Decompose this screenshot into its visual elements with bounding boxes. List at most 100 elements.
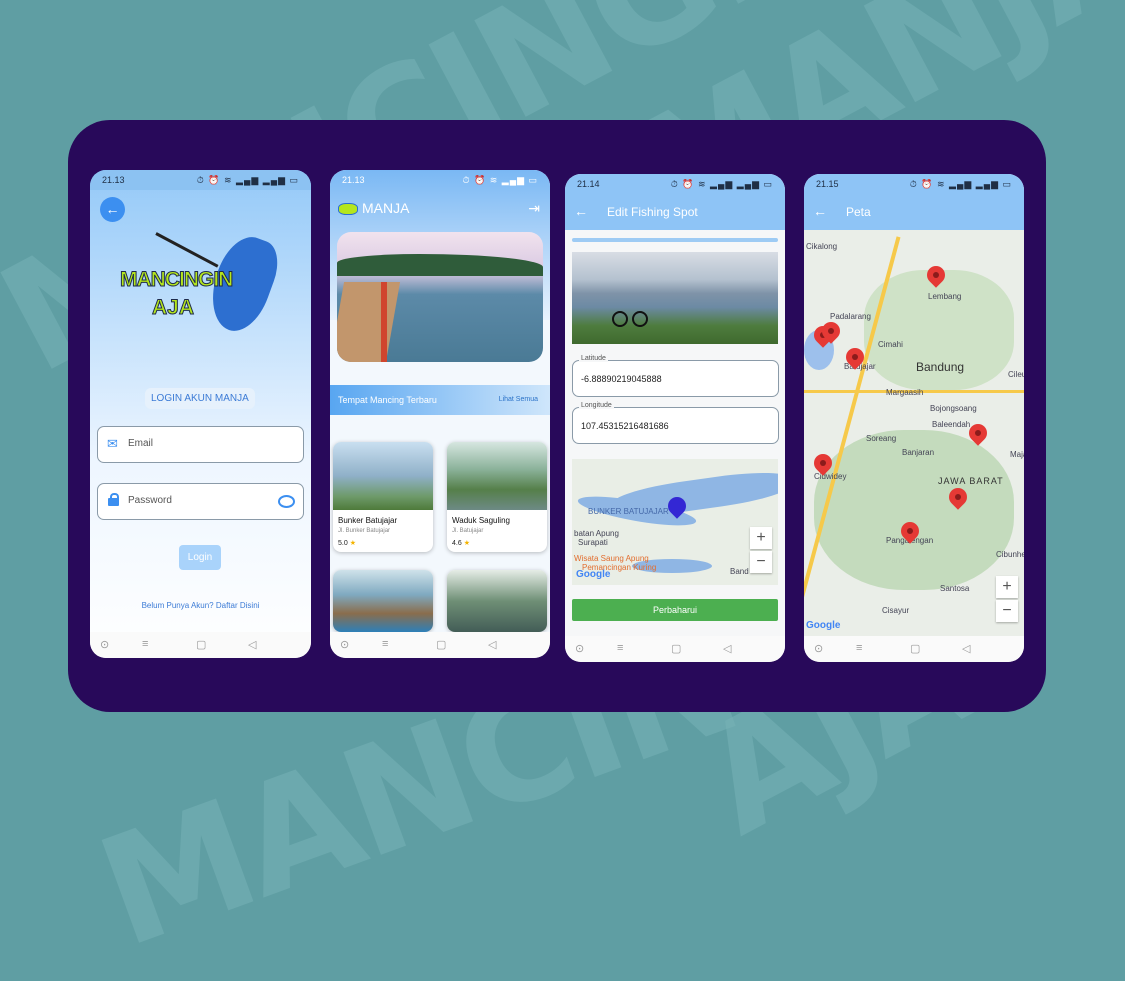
section-title: Tempat Mancing Terbaru	[338, 395, 437, 405]
map-label: JAWA BARAT	[938, 476, 1004, 486]
section-header: Tempat Mancing Terbaru Lihat Semua	[330, 385, 550, 415]
nav-home-icon[interactable]: ▢	[436, 638, 446, 651]
bicycle-icon	[612, 307, 648, 327]
nav-back-icon[interactable]: ◁	[962, 642, 970, 655]
nav-menu-icon[interactable]: ≡	[142, 638, 148, 650]
map-label: Cidwidey	[814, 472, 847, 481]
back-arrow-icon[interactable]: ←	[813, 203, 827, 219]
email-field[interactable]: ✉ Email	[97, 426, 304, 463]
latitude-field[interactable]: Latitude -6.88890219045888	[572, 355, 779, 397]
zoom-in-icon[interactable]: +	[996, 576, 1018, 598]
spot-address: Jl. Bunker Batujajar	[338, 528, 391, 534]
nav-bar: ⊙ ≡ ▢ ◁	[804, 636, 1024, 662]
spot-card[interactable]	[333, 570, 433, 632]
spot-card[interactable]: Bunker Batujajar Jl. Bunker Batujajar 5.…	[333, 442, 433, 552]
app-bar: ← Peta	[804, 194, 1024, 230]
register-link[interactable]: Belum Punya Akun? Daftar Disini	[90, 601, 311, 610]
latitude-value: -6.88890219045888	[581, 374, 662, 384]
map-label: Santosa	[940, 584, 970, 593]
nav-menu-icon[interactable]: ≡	[617, 642, 623, 654]
mail-icon: ✉	[107, 436, 118, 451]
nav-bar: ⊙ ≡ ▢ ◁	[90, 632, 311, 658]
spot-image	[333, 570, 433, 632]
nav-menu-icon[interactable]: ≡	[382, 638, 388, 650]
longitude-field[interactable]: Longitude 107.45315216481686	[572, 402, 779, 444]
spot-image	[447, 570, 547, 632]
map-label: Cileu	[1008, 370, 1024, 379]
map-label: batan Apung	[574, 529, 619, 538]
star-icon: ★	[349, 540, 356, 547]
update-button[interactable]: Perbaharui	[572, 599, 778, 621]
hero-image	[337, 232, 543, 362]
status-bar: 21.15 ⏱ ⏰ ≋ ▂▄▆ ▂▄▆ ▭	[804, 174, 1024, 194]
status-bar: 21.13 ⏱ ⏰ ≋ ▂▄▆ ▂▄▆ ▭	[90, 170, 311, 190]
region-map[interactable]: Cikalong Lembang Padalarang Cimahi Batuj…	[804, 230, 1024, 636]
nav-back-icon[interactable]: ◁	[248, 638, 256, 651]
page-title: Edit Fishing Spot	[607, 205, 698, 219]
map-label: Majalaya	[1010, 450, 1024, 459]
map-label: Cikalong	[806, 242, 838, 251]
spot-photo	[572, 252, 778, 344]
edit-spot-screen: 21.14 ⏱ ⏰ ≋ ▂▄▆ ▂▄▆ ▭ ← Edit Fishing Spo…	[565, 174, 785, 662]
back-arrow-icon: ←	[105, 201, 120, 217]
status-bar: 21.13 ⏱ ⏰ ≋ ▂▄▆ ▭	[330, 170, 550, 190]
map-label: Bojongsoang	[930, 404, 977, 413]
google-logo: Google	[806, 620, 841, 631]
google-logo: Google	[576, 569, 611, 580]
spot-name: Bunker Batujajar	[338, 516, 398, 525]
nav-back-icon[interactable]: ◁	[488, 638, 496, 651]
spot-image	[333, 442, 433, 510]
nav-assist-icon[interactable]: ⊙	[575, 642, 584, 655]
status-icons: ⏱ ⏰ ≋ ▂▄▆ ▂▄▆ ▭	[909, 179, 1012, 189]
longitude-label: Longitude	[579, 402, 614, 409]
zoom-out-icon[interactable]: −	[996, 600, 1018, 622]
zoom-out-icon[interactable]: −	[750, 551, 772, 573]
nav-assist-icon[interactable]: ⊙	[814, 642, 823, 655]
back-arrow-icon[interactable]: ←	[574, 203, 588, 219]
map-label: Cimahi	[878, 340, 903, 349]
map-screen: 21.15 ⏱ ⏰ ≋ ▂▄▆ ▂▄▆ ▭ ← Peta Cikalong Le…	[804, 174, 1024, 662]
home-screen: 21.13 ⏱ ⏰ ≋ ▂▄▆ ▭ MANJA ⇥ Tempat Mancing…	[330, 170, 550, 658]
map-label: Cisayur	[882, 606, 910, 615]
zoom-in-icon[interactable]: +	[750, 527, 772, 549]
nav-home-icon[interactable]: ▢	[196, 638, 206, 651]
app-logo: MANCINGIN AJA	[119, 229, 286, 340]
nav-menu-icon[interactable]: ≡	[856, 642, 862, 654]
eye-icon[interactable]	[278, 495, 295, 508]
spot-rating: 4.6 ★	[452, 540, 470, 547]
nav-assist-icon[interactable]: ⊙	[340, 638, 349, 651]
logout-icon[interactable]: ⇥	[528, 200, 540, 217]
nav-back-icon[interactable]: ◁	[723, 642, 731, 655]
logo-text-2: AJA	[151, 296, 195, 320]
map-label: Surapati	[578, 538, 608, 547]
map-label: Band	[730, 567, 749, 576]
map-label: BUNKER BATUJAJAR	[588, 507, 669, 516]
status-time: 21.14	[577, 179, 600, 189]
status-bar: 21.14 ⏱ ⏰ ≋ ▂▄▆ ▂▄▆ ▭	[565, 174, 785, 194]
longitude-value: 107.45315216481686	[581, 421, 669, 431]
spot-card[interactable]	[447, 570, 547, 632]
map-label: Margaasih	[886, 388, 924, 397]
login-button[interactable]: Login	[179, 545, 221, 570]
logo-bill	[155, 232, 219, 268]
nav-home-icon[interactable]: ▢	[671, 642, 681, 655]
app-title: MANJA	[362, 200, 410, 216]
location-map[interactable]: BUNKER BATUJAJAR batan Apung Surapati Wi…	[572, 459, 778, 585]
status-time: 21.15	[816, 179, 839, 189]
see-all-link[interactable]: Lihat Semua	[499, 396, 538, 403]
status-time: 21.13	[342, 175, 365, 185]
app-bar: ← Edit Fishing Spot	[565, 194, 785, 230]
page-title: Peta	[846, 205, 871, 219]
spot-card[interactable]: Waduk Saguling Jl. Batujajar 4.6 ★	[447, 442, 547, 552]
status-time: 21.13	[102, 175, 125, 185]
password-field[interactable]: Password	[97, 483, 304, 520]
back-button[interactable]: ←	[100, 197, 125, 222]
nav-home-icon[interactable]: ▢	[910, 642, 920, 655]
map-label: Banjaran	[902, 448, 935, 457]
status-icons: ⏱ ⏰ ≋ ▂▄▆ ▂▄▆ ▭	[196, 175, 299, 185]
spot-address: Jl. Batujajar	[452, 528, 484, 534]
spot-name: Waduk Saguling	[452, 516, 510, 525]
nav-assist-icon[interactable]: ⊙	[100, 638, 109, 651]
login-title: LOGIN AKUN MANJA	[145, 388, 255, 409]
password-placeholder: Password	[128, 495, 172, 506]
